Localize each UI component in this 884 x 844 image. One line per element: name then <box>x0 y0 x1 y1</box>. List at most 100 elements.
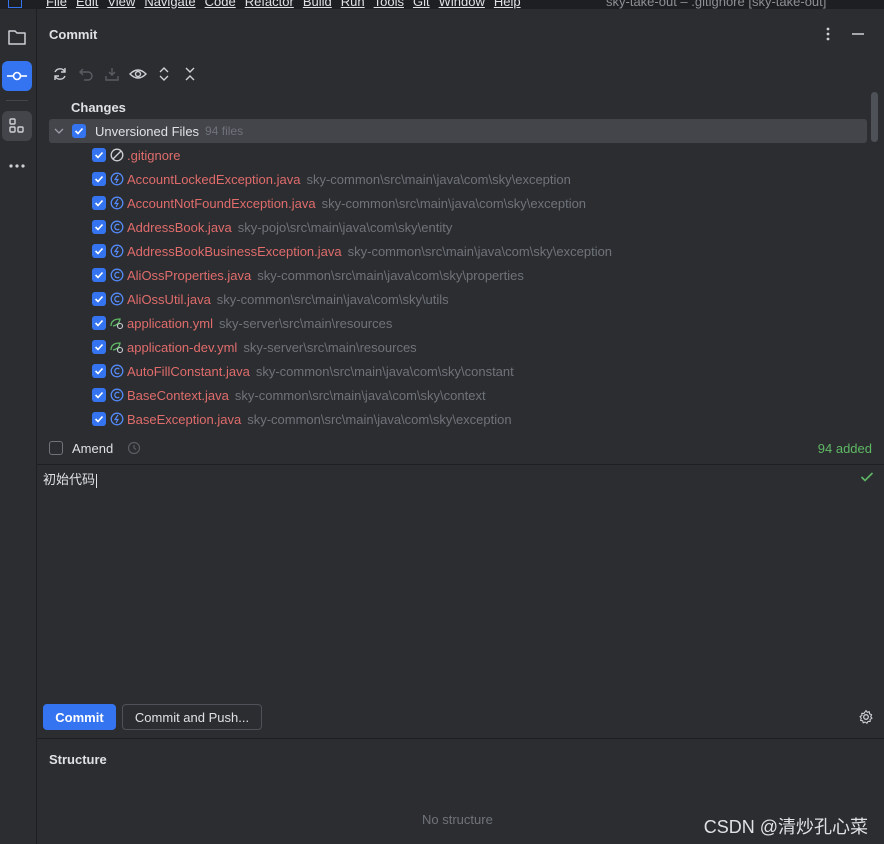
menu-code[interactable]: Code <box>205 0 236 9</box>
menu-run[interactable]: Run <box>341 0 365 9</box>
menu-window[interactable]: Window <box>439 0 485 9</box>
file-row[interactable]: .gitignore <box>49 143 867 167</box>
file-checkbox[interactable] <box>92 364 106 378</box>
shelve-button[interactable] <box>99 64 125 84</box>
commit-and-push-button[interactable]: Commit and Push... <box>122 704 262 730</box>
panel-title: Commit <box>49 27 98 42</box>
file-name: BaseException.java <box>127 411 242 427</box>
show-diff-button[interactable] <box>125 64 151 84</box>
check-icon <box>94 199 104 207</box>
amend-checkbox[interactable] <box>49 441 63 455</box>
strip-divider <box>6 100 28 101</box>
class-icon <box>109 291 125 307</box>
check-icon <box>94 319 104 327</box>
check-icon <box>74 127 84 135</box>
file-row[interactable]: AccountLockedException.java sky-common\sr… <box>49 167 867 191</box>
refresh-button[interactable] <box>47 64 73 84</box>
file-checkbox[interactable] <box>92 268 106 282</box>
check-icon <box>94 151 104 159</box>
file-checkbox[interactable] <box>92 388 106 402</box>
more-tools-button[interactable] <box>2 151 32 181</box>
file-row[interactable]: AddressBook.java sky-pojo\src\main\java\c… <box>49 215 867 239</box>
file-row[interactable]: BaseException.java sky-common\src\main\ja… <box>49 407 867 431</box>
file-row[interactable]: AddressBookBusinessException.java sky-com… <box>49 239 867 263</box>
file-checkbox[interactable] <box>92 316 106 330</box>
file-path: sky-common\src\main\java\com\sky\excepti… <box>321 195 587 211</box>
menu-view[interactable]: View <box>107 0 135 9</box>
file-row[interactable]: AliOssUtil.java sky-common\src\main\java\… <box>49 287 867 311</box>
file-row[interactable]: AutoFillConstant.java sky-common\src\main… <box>49 359 867 383</box>
file-path: sky-common\src\main\java\com\sky\excepti… <box>306 171 571 187</box>
amend-row: Amend 94 added <box>49 439 872 457</box>
menu-build[interactable]: Build <box>303 0 332 9</box>
file-row[interactable]: application-dev.yml sky-server\src\main\r… <box>49 335 867 359</box>
collapse-all-icon <box>185 67 195 81</box>
commit-tool-button[interactable] <box>2 61 32 91</box>
class-icon <box>109 387 125 403</box>
expand-all-icon <box>159 67 169 81</box>
eye-icon <box>129 69 147 79</box>
collapse-all-button[interactable] <box>177 64 203 84</box>
menu-help[interactable]: Help <box>494 0 521 9</box>
file-checkbox[interactable] <box>92 196 106 210</box>
menu-git[interactable]: Git <box>413 0 430 9</box>
file-name: AutoFillConstant.java <box>127 363 250 379</box>
structure-title: Structure <box>49 752 107 767</box>
file-name: AliOssProperties.java <box>127 267 252 283</box>
file-row[interactable]: AccountNotFoundException.java sky-common\… <box>49 191 867 215</box>
commit-options-button[interactable] <box>858 709 874 728</box>
menu-edit[interactable]: Edit <box>76 0 98 9</box>
check-icon <box>94 367 104 375</box>
file-name: application-dev.yml <box>127 339 238 355</box>
group-label: Unversioned Files <box>95 123 200 139</box>
check-icon <box>94 271 104 279</box>
file-checkbox[interactable] <box>92 220 106 234</box>
tree-scrollbar[interactable] <box>871 92 878 142</box>
menu-refactor[interactable]: Refactor <box>245 0 294 9</box>
commit-panel: Commit Changes Unversioned Files 94 file… <box>37 9 884 737</box>
options-button[interactable] <box>825 26 831 46</box>
file-name: AccountNotFoundException.java <box>127 195 316 211</box>
file-checkbox[interactable] <box>92 148 106 162</box>
history-icon[interactable] <box>127 441 141 455</box>
structure-tool-button[interactable] <box>2 111 32 141</box>
file-row[interactable]: application.yml sky-server\src\main\resou… <box>49 311 867 335</box>
file-checkbox[interactable] <box>92 292 106 306</box>
menu-tools[interactable]: Tools <box>374 0 404 9</box>
commit-button[interactable]: Commit <box>43 704 116 730</box>
rollback-button[interactable] <box>73 64 99 84</box>
file-path: sky-common\src\main\java\com\sky\excepti… <box>247 411 512 427</box>
file-checkbox[interactable] <box>92 412 106 426</box>
minimize-button[interactable] <box>851 26 865 46</box>
group-checkbox[interactable] <box>72 124 86 138</box>
file-name: AddressBookBusinessException.java <box>127 243 342 259</box>
chevron-down-icon[interactable] <box>53 125 65 137</box>
file-checkbox[interactable] <box>92 172 106 186</box>
amend-label[interactable]: Amend <box>72 441 113 456</box>
file-path: sky-server\src\main\resources <box>243 339 417 355</box>
file-path: sky-common\src\main\java\com\sky\propert… <box>257 267 524 283</box>
file-name: AddressBook.java <box>127 219 232 235</box>
menu-file[interactable]: File <box>46 0 67 9</box>
menu-navigate[interactable]: Navigate <box>144 0 195 9</box>
project-tool-button[interactable] <box>2 22 32 52</box>
file-name: AccountLockedException.java <box>127 171 301 187</box>
file-checkbox[interactable] <box>92 244 106 258</box>
file-path: sky-common\src\main\java\com\sky\context <box>234 387 486 403</box>
file-row[interactable]: BaseContext.java sky-common\src\main\java… <box>49 383 867 407</box>
class-icon <box>109 267 125 283</box>
tool-window-strip <box>0 9 37 844</box>
check-icon <box>94 175 104 183</box>
window-title: sky-take-out – .gitignore [sky-take-out] <box>606 0 827 9</box>
file-path: sky-common\src\main\java\com\sky\excepti… <box>347 243 613 259</box>
file-row[interactable]: AliOssProperties.java sky-common\src\main… <box>49 263 867 287</box>
expand-all-button[interactable] <box>151 64 177 84</box>
watermark: CSDN @清炒孔心菜 <box>703 817 868 837</box>
unversioned-files-node[interactable]: Unversioned Files 94 files <box>49 119 867 143</box>
empty-state-text: No structure <box>422 812 493 827</box>
spring-config-icon <box>109 339 125 355</box>
commit-message-field[interactable]: 初始代码 <box>43 469 878 694</box>
file-path: sky-common\src\main\java\com\sky\utils <box>216 291 449 307</box>
structure-icon <box>9 118 24 133</box>
file-checkbox[interactable] <box>92 340 106 354</box>
